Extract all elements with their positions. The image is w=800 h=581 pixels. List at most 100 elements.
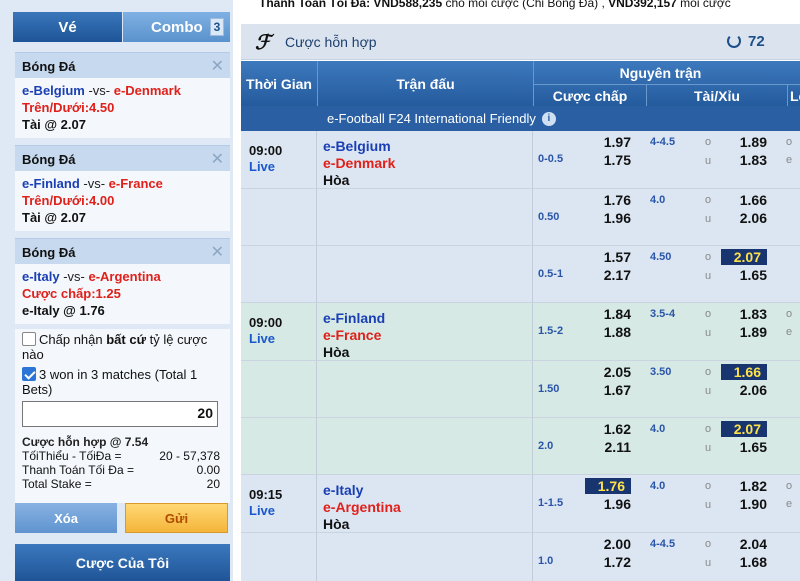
under-label: u <box>705 557 712 569</box>
home-team: e-Finland <box>323 310 386 326</box>
slip-details: e-Italy -vs- e-Argentina Cược chấp:1.25 … <box>15 264 230 324</box>
bet-slip-panel: Vé Combo 3 Bóng Đá ✕ e-Belgium -vs- e-De… <box>0 0 233 581</box>
clear-button[interactable]: Xóa <box>15 503 117 533</box>
max-pay-label: Thanh Toán Tối Đa = <box>22 463 134 477</box>
handicap-line: 0.5-1 <box>538 268 564 280</box>
close-icon[interactable]: ✕ <box>211 56 224 76</box>
accept-text-bold: bất cứ <box>106 332 146 347</box>
handicap-home-odds[interactable]: 2.05 <box>597 364 631 380</box>
slip-options: Chấp nhận bất cứ tỷ lệ cược nào 3 won in… <box>15 329 230 503</box>
match-cell <box>317 418 533 474</box>
draw-label: Hòa <box>323 344 350 360</box>
handicap-home-odds[interactable]: 2.00 <box>597 536 631 552</box>
won-option: 3 won in 3 matches (Total 1 Bets) <box>22 367 230 397</box>
handicap-away-odds[interactable]: 2.17 <box>597 267 631 283</box>
slip-pick: e-Italy @ 1.76 <box>22 303 105 318</box>
time-cell <box>241 189 317 245</box>
col-over-under: Tài/Xỉu <box>646 84 787 106</box>
live-status: Live <box>249 503 276 518</box>
over-label: o <box>705 366 712 378</box>
tab-combo[interactable]: Combo 3 <box>123 12 230 42</box>
won-checkbox[interactable] <box>22 367 36 381</box>
home-team: e-Belgium <box>323 138 391 154</box>
under-odds[interactable]: 1.68 <box>733 554 767 570</box>
over-under-line: 4-4.5 <box>650 136 676 148</box>
over-odds[interactable]: 2.04 <box>733 536 767 552</box>
slip-pick: Tài @ 2.07 <box>22 210 86 225</box>
slip-item: Bóng Đá ✕ e-Italy -vs- e-Argentina Cược … <box>15 238 230 324</box>
handicap-away-odds[interactable]: 1.96 <box>597 210 631 226</box>
under-odds[interactable]: 1.89 <box>733 324 767 340</box>
stake-input[interactable]: 20 <box>22 401 218 427</box>
match-teams: e-Belgium e-Denmark Hòa <box>323 138 395 189</box>
time-cell <box>241 361 317 417</box>
time-cell: 09:00 Live <box>241 303 317 360</box>
slip-pick: Tài @ 2.07 <box>22 117 86 132</box>
refresh-button[interactable]: 72 <box>727 33 765 50</box>
my-bets-button[interactable]: Cược Của Tôi <box>15 544 230 581</box>
refresh-icon <box>727 34 741 48</box>
handicap-home-odds[interactable]: 1.62 <box>597 421 631 437</box>
odds-panel: Thanh Toán Tối Đa: VND588,235 cho mỗi cư… <box>241 0 800 581</box>
table-row: 1.50 2.05 1.67 3.50 o u 1.66 2.06 <box>241 361 800 418</box>
home-team: e-Italy <box>323 482 364 498</box>
over-odds[interactable]: 2.07 <box>721 421 767 437</box>
table-row: 09:00 Live e-Finland e-France Hòa 1.5-2 1.84 1.… <box>241 303 800 361</box>
match-cell: e-Italy e-Argentina Hòa <box>317 475 533 532</box>
won-label: 3 won in 3 matches (Total 1 Bets) <box>22 367 198 397</box>
under-odds[interactable]: 1.65 <box>733 439 767 455</box>
handicap-home-odds[interactable]: 1.76 <box>597 192 631 208</box>
draw-label: Hòa <box>323 172 350 188</box>
table-row: 0.5-1 1.57 2.17 4.50 o u 2.07 1.65 <box>241 246 800 303</box>
slip-home: e-Belgium <box>22 83 85 98</box>
under-odds[interactable]: 1.83 <box>733 152 767 168</box>
live-status: Live <box>249 159 276 174</box>
send-button[interactable]: Gửi <box>125 503 228 533</box>
handicap-away-odds[interactable]: 1.75 <box>597 152 631 168</box>
announcement-ticker: Thanh Toán Tối Đa: VND588,235 cho mỗi cư… <box>259 0 800 10</box>
league-row[interactable]: e-Football F24 International Friendly i <box>241 106 800 131</box>
handicap-home-odds[interactable]: 1.84 <box>597 306 631 322</box>
slip-vs: -vs- <box>84 83 114 98</box>
slip-home: e-Finland <box>22 176 80 191</box>
handicap-away-odds[interactable]: 2.11 <box>597 439 631 455</box>
info-icon[interactable]: i <box>541 111 556 126</box>
over-odds[interactable]: 1.89 <box>733 134 767 150</box>
handicap-away-odds[interactable]: 1.72 <box>597 554 631 570</box>
min-max-label: TốiThiểu - TốiĐa = <box>22 449 122 463</box>
over-label: o <box>705 136 712 148</box>
over-odds[interactable]: 1.82 <box>733 478 767 494</box>
slip-sport-label: Bóng Đá <box>22 59 76 74</box>
over-under-line: 3.50 <box>650 366 672 378</box>
handicap-home-odds[interactable]: 1.97 <box>597 134 631 150</box>
slip-vs: -vs- <box>79 176 109 191</box>
tab-ve[interactable]: Vé <box>13 12 122 42</box>
summary-total-stake: Total Stake = 20 <box>22 477 220 491</box>
even-label: e <box>786 326 793 338</box>
over-odds[interactable]: 1.66 <box>721 364 767 380</box>
over-odds[interactable]: 2.07 <box>721 249 767 265</box>
over-odds[interactable]: 1.83 <box>733 306 767 322</box>
over-under-line: 4.0 <box>650 480 666 492</box>
time-value: 09:00 <box>249 315 283 330</box>
handicap-away-odds[interactable]: 1.67 <box>597 382 631 398</box>
under-odds[interactable]: 1.65 <box>733 267 767 283</box>
under-odds[interactable]: 2.06 <box>733 210 767 226</box>
accept-any-odds-checkbox[interactable] <box>22 332 36 346</box>
under-odds[interactable]: 2.06 <box>733 382 767 398</box>
match-cell <box>317 361 533 417</box>
handicap-home-odds[interactable]: 1.57 <box>597 249 631 265</box>
close-icon[interactable]: ✕ <box>211 149 224 169</box>
under-label: u <box>705 442 712 454</box>
over-odds[interactable]: 1.66 <box>733 192 767 208</box>
summary-title: Cược hỗn hợp @ 7.54 <box>22 435 149 449</box>
over-label: o <box>705 194 712 206</box>
handicap-away-odds[interactable]: 1.88 <box>597 324 631 340</box>
match-cell: e-Finland e-France Hòa <box>317 303 533 360</box>
under-odds[interactable]: 1.90 <box>733 496 767 512</box>
away-team: e-Argentina <box>323 499 401 515</box>
close-icon[interactable]: ✕ <box>211 242 224 262</box>
handicap-home-odds[interactable]: 1.76 <box>585 478 631 494</box>
handicap-away-odds[interactable]: 1.96 <box>597 496 631 512</box>
match-cell <box>317 533 533 581</box>
